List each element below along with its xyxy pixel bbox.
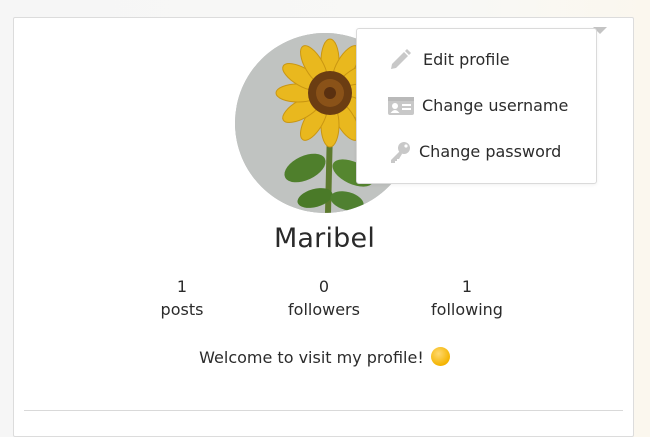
stat-following[interactable]: 1 following bbox=[397, 276, 537, 323]
id-card-icon bbox=[388, 97, 414, 115]
smiling-face-icon bbox=[430, 347, 450, 366]
stat-value: 1 bbox=[461, 277, 473, 296]
menu-item-label: Change username bbox=[422, 95, 569, 115]
stat-label: followers bbox=[288, 300, 360, 319]
stat-label: posts bbox=[160, 300, 204, 319]
menu-item-label: Change password bbox=[419, 141, 562, 161]
pencil-icon bbox=[391, 49, 411, 69]
profile-options-menu: Edit profile Change username Change pass… bbox=[356, 28, 597, 184]
key-icon bbox=[391, 142, 410, 163]
change-username-menu-item[interactable]: Change username bbox=[357, 83, 596, 127]
bio-text: Welcome to visit my profile! bbox=[199, 348, 424, 367]
menu-item-label: Edit profile bbox=[423, 49, 510, 69]
profile-name: Maribel bbox=[273, 223, 376, 254]
stat-posts[interactable]: 1 posts bbox=[112, 276, 252, 323]
stat-followers[interactable]: 0 followers bbox=[254, 276, 394, 323]
stat-label: following bbox=[431, 300, 503, 319]
divider bbox=[24, 410, 623, 411]
change-password-menu-item[interactable]: Change password bbox=[357, 129, 596, 173]
profile-bio: Welcome to visit my profile! bbox=[14, 347, 635, 367]
stat-value: 1 bbox=[176, 277, 188, 296]
edit-profile-menu-item[interactable]: Edit profile bbox=[357, 37, 596, 81]
stat-value: 0 bbox=[318, 277, 330, 296]
